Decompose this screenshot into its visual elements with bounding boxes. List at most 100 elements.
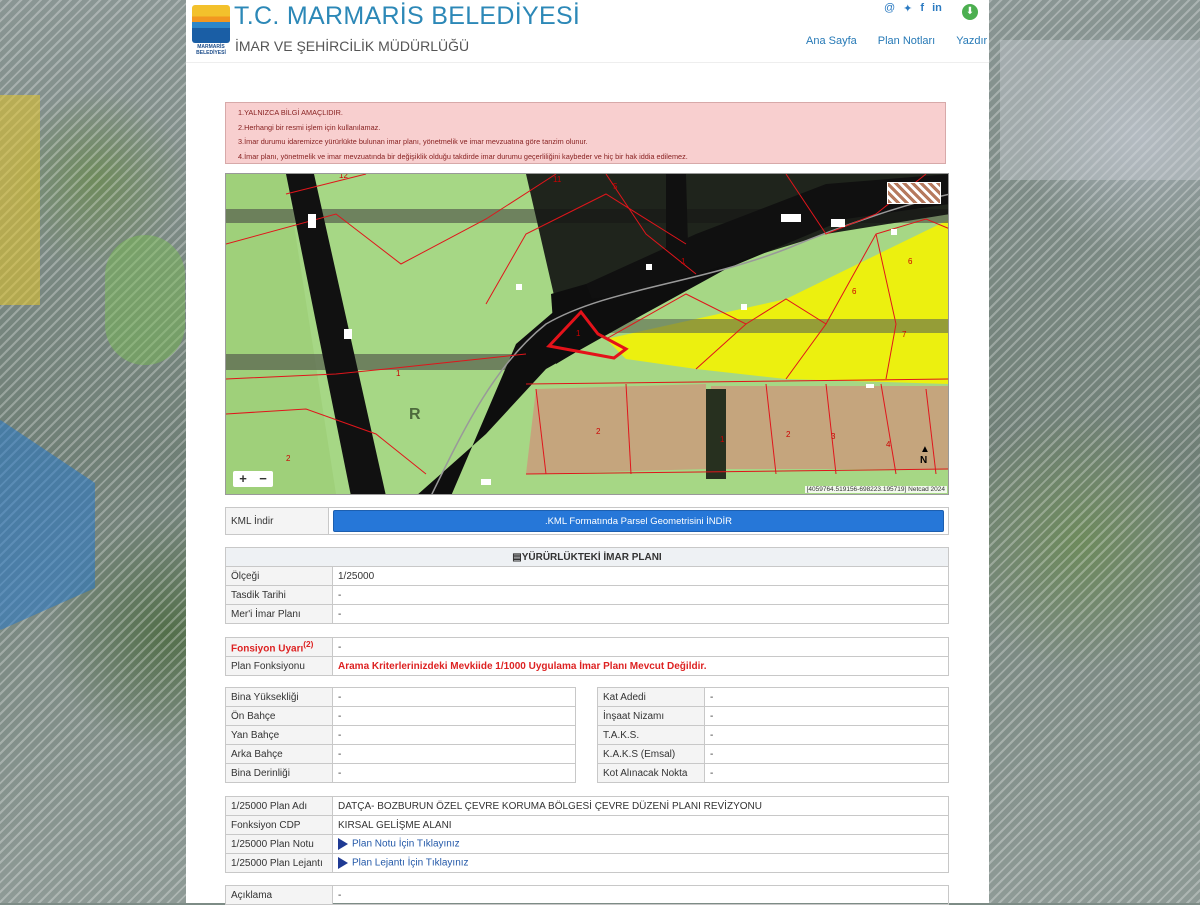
row-label: Kot Alınacak Nokta bbox=[597, 763, 705, 783]
aciklama-value: - bbox=[332, 885, 949, 905]
row-label: İnşaat Nizamı bbox=[597, 706, 705, 726]
logo-text: MARMARİS BELEDİYESİ bbox=[196, 44, 226, 56]
row-label: Bina Yüksekliği bbox=[225, 687, 333, 707]
building-right-table: Kat Adedi - İnşaat Nizamı - T.A.K.S. - K.A.… bbox=[597, 687, 949, 783]
map-area-letter: R bbox=[409, 406, 421, 423]
parcel-label: 1 bbox=[681, 257, 686, 266]
background-green-shape bbox=[105, 235, 185, 365]
row-label: T.A.K.S. bbox=[597, 725, 705, 745]
aciklama-label: Açıklama bbox=[225, 885, 333, 905]
site-title: T.C. MARMARİS BELEDİYESİ bbox=[234, 2, 581, 30]
zoom-controls: + − bbox=[233, 471, 273, 487]
row-label: Bina Derinliği bbox=[225, 763, 333, 783]
zoom-in-button[interactable]: + bbox=[233, 471, 253, 487]
row-label: 1/25000 Plan Notu bbox=[225, 834, 333, 854]
plan-notu-link[interactable]: Plan Notu İçin Tıklayınız bbox=[352, 839, 460, 850]
alert-text: Fonsiyon Uyarı bbox=[231, 643, 304, 655]
parcel-label: 4 bbox=[886, 440, 891, 449]
background-yellow-shape bbox=[0, 95, 40, 305]
parcel-label: 11 bbox=[553, 175, 562, 184]
row-label: Mer'i İmar Planı bbox=[225, 604, 333, 624]
parcel-label: 2 bbox=[286, 454, 291, 463]
disclaimer-box: 1.YALNIZCA BİLGİ AMAÇLIDIR. 2.Herhangi b… bbox=[225, 102, 946, 164]
building-left-table: Bina Yüksekliği - Ön Bahçe - Yan Bahçe - Ar… bbox=[225, 687, 576, 783]
parcel-label: 1 bbox=[720, 435, 725, 444]
disclaimer-line: 4.İmar planı, yönetmelik ve imar mevzuat… bbox=[238, 151, 688, 161]
row-label: Ölçeği bbox=[225, 566, 333, 586]
fonksiyon-table: Fonsiyon Uyarı(2) - Plan Fonksiyonu Aram… bbox=[225, 637, 949, 676]
north-label: N bbox=[920, 455, 928, 466]
map-canvas[interactable]: 1 2 1 2 3 4 6 6 7 5 11 12 1 2 1 R bbox=[226, 174, 949, 495]
row-label: Yan Bahçe bbox=[225, 725, 333, 745]
row-label: Fonksiyon CDP bbox=[225, 815, 333, 835]
row-value: - bbox=[332, 706, 576, 726]
row-value: - bbox=[332, 585, 949, 605]
main-panel: MARMARİS BELEDİYESİ T.C. MARMARİS BELEDİ… bbox=[186, 0, 989, 905]
play-icon bbox=[338, 838, 348, 850]
linkedin-icon[interactable]: in bbox=[932, 2, 942, 15]
fonksiyon-uyari-value: - bbox=[332, 637, 949, 657]
row-value: DATÇA- BOZBURUN ÖZEL ÇEVRE KORUMA BÖLGES… bbox=[332, 796, 949, 816]
disclaimer-line: 3.İmar durumu idaremizce yürürlükte bulu… bbox=[238, 137, 588, 147]
parcel-label: 6 bbox=[852, 287, 857, 296]
row-value: - bbox=[332, 725, 576, 745]
row-label: Ön Bahçe bbox=[225, 706, 333, 726]
parcel-label: 12 bbox=[339, 174, 348, 180]
kml-table: KML İndir .KML Formatında Parsel Geometr… bbox=[225, 507, 949, 535]
row-value: - bbox=[704, 706, 949, 726]
row-value: 1/25000 bbox=[332, 566, 949, 586]
kml-label: KML İndir bbox=[225, 507, 329, 535]
row-value: - bbox=[704, 687, 949, 707]
download-icon[interactable]: ⬇ bbox=[962, 4, 978, 20]
plan-fonksiyonu-value: Arama Kriterlerinizdeki Mevkiide 1/1000 … bbox=[332, 656, 949, 676]
parcel-label: 7 bbox=[902, 330, 907, 339]
play-icon bbox=[338, 857, 348, 869]
document-icon: ▤ bbox=[512, 551, 522, 563]
twitter-icon[interactable]: ✦ bbox=[903, 2, 912, 15]
top-nav: Ana Sayfa Plan Notları Yazdır bbox=[806, 35, 987, 47]
background-building-shape bbox=[1000, 40, 1200, 180]
row-value: - bbox=[332, 604, 949, 624]
section-title: YÜRÜRLÜKTEKİ İMAR PLANI bbox=[521, 551, 662, 563]
nav-ana-sayfa[interactable]: Ana Sayfa bbox=[806, 35, 857, 47]
parcel-label: 5 bbox=[613, 182, 618, 191]
plan-notu-cell: Plan Notu İçin Tıklayınız bbox=[332, 834, 949, 854]
plan-fonksiyonu-label: Plan Fonksiyonu bbox=[225, 656, 333, 676]
logo-emblem bbox=[192, 5, 230, 43]
row-value: - bbox=[332, 763, 576, 783]
parcel-label: 2 bbox=[786, 430, 791, 439]
facebook-icon[interactable]: f bbox=[920, 2, 924, 15]
at-icon[interactable]: @ bbox=[884, 2, 895, 15]
site-header: MARMARİS BELEDİYESİ T.C. MARMARİS BELEDİ… bbox=[186, 0, 989, 63]
nav-yazdir[interactable]: Yazdır bbox=[956, 35, 987, 47]
social-links: @ ✦ f in bbox=[884, 2, 942, 15]
row-value: - bbox=[704, 725, 949, 745]
section-heading: ▤YÜRÜRLÜKTEKİ İMAR PLANI bbox=[225, 547, 949, 567]
row-label: Tasdik Tarihi bbox=[225, 585, 333, 605]
parcel-label: 1 bbox=[396, 369, 401, 378]
municipality-logo[interactable]: MARMARİS BELEDİYESİ bbox=[192, 5, 230, 57]
row-label: 1/25000 Plan Adı bbox=[225, 796, 333, 816]
site-subtitle: İMAR VE ŞEHİRCİLİK MÜDÜRLÜĞÜ bbox=[235, 38, 470, 54]
aciklama-table: Açıklama - bbox=[225, 885, 949, 905]
north-arrow-icon: ▲ N bbox=[920, 444, 930, 466]
parcel-label: 3 bbox=[831, 432, 836, 441]
plan-lejanti-link[interactable]: Plan Lejantı İçin Tıklayınız bbox=[352, 858, 469, 869]
nav-plan-notlari[interactable]: Plan Notları bbox=[878, 35, 935, 47]
row-label: Kat Adedi bbox=[597, 687, 705, 707]
parcel-label: 1 bbox=[576, 329, 581, 338]
row-label: 1/25000 Plan Lejantı bbox=[225, 853, 333, 873]
row-value: - bbox=[332, 744, 576, 764]
row-label: K.A.K.S (Emsal) bbox=[597, 744, 705, 764]
plan-info-table: 1/25000 Plan Adı DATÇA- BOZBURUN ÖZEL ÇEV… bbox=[225, 796, 949, 873]
imar-plani-table: ▤YÜRÜRLÜKTEKİ İMAR PLANI Ölçeği 1/25000 T… bbox=[225, 547, 949, 624]
basemap-switcher[interactable] bbox=[887, 182, 941, 204]
map-coordinates: [4059764.519156-698223.195719] Netcad 20… bbox=[804, 486, 947, 493]
row-value: - bbox=[332, 687, 576, 707]
kml-download-button[interactable]: .KML Formatında Parsel Geometrisini İNDİ… bbox=[333, 510, 944, 532]
parcel-map[interactable]: 1 2 1 2 3 4 6 6 7 5 11 12 1 2 1 R + − ▲ bbox=[225, 173, 949, 495]
row-value: - bbox=[704, 763, 949, 783]
row-value: KIRSAL GELİŞME ALANI bbox=[332, 815, 949, 835]
zoom-out-button[interactable]: − bbox=[253, 471, 273, 487]
row-label: Arka Bahçe bbox=[225, 744, 333, 764]
